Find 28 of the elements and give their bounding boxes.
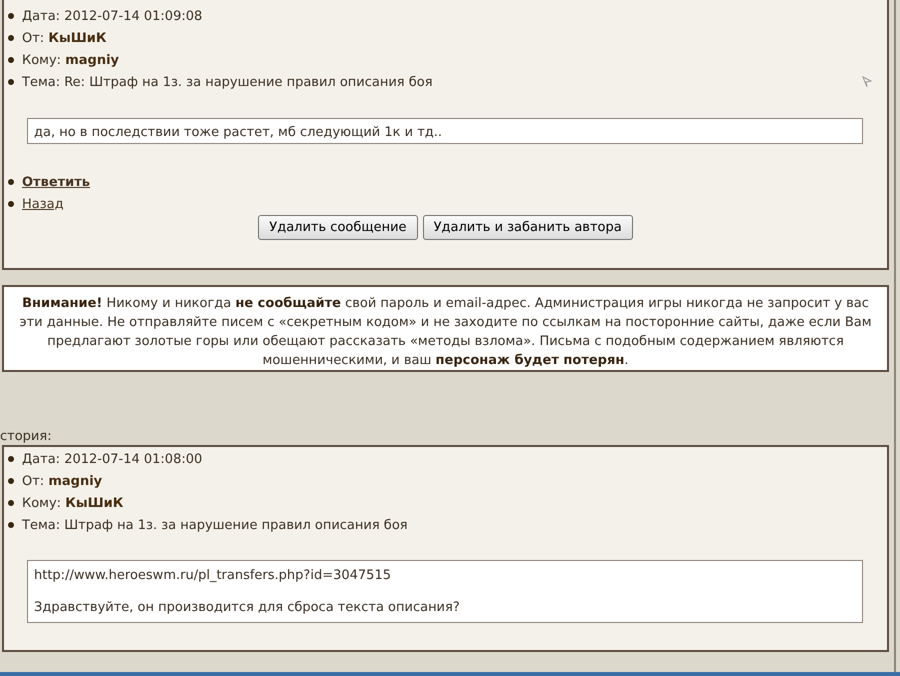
bullet-icon (8, 179, 14, 185)
message-text: да, но в последствии тоже растет, мб следующий 1к и тд.. (34, 125, 444, 141)
field-text: Дата: 2012-07-14 01:08:00 (22, 452, 202, 466)
bullet-icon (8, 13, 14, 19)
bullet-icon (8, 35, 14, 41)
field-text: От: magniy (22, 474, 102, 488)
bullet-icon (8, 522, 14, 528)
link[interactable]: Назад (22, 196, 64, 212)
bullet-icon (8, 456, 14, 462)
message-text: http://www.heroeswm.ru/pl_transfers.php?id=3047515 (34, 568, 392, 584)
bullet-icon (8, 57, 14, 63)
field-text: От: КыШиК (22, 30, 107, 46)
message-text: Здравствуйте, он производится для сброса текста описания? (34, 600, 461, 616)
flag-icon[interactable] (861, 76, 873, 88)
field-text: Тема: Штраф на 1з. за нарушение правил описания боя (22, 518, 408, 532)
bullet-icon (8, 478, 14, 484)
field-text: Дата: 2012-07-14 01:09:08 (22, 8, 202, 24)
action-button[interactable]: Удалить сообщение (258, 215, 418, 240)
bullet-icon (8, 201, 14, 207)
field-text: Кому: КыШиК (22, 496, 124, 510)
field-text: Кому: magniy (22, 52, 120, 68)
field-text: Тема: Re: Штраф на 1з. за нарушение правил описания боя (22, 74, 433, 90)
bullet-icon (8, 500, 14, 506)
link[interactable]: Ответить (22, 174, 90, 190)
bullet-icon (8, 79, 14, 85)
action-button[interactable]: Удалить и забанить автора (422, 215, 633, 240)
warning-text: Внимание! Никому и никогда не сообщайте свой пароль и email-адрес. Администрация игры никогда не запросит у вас эти данные. Не отправляйте писем с «секретным кодом» и не заходите по ссылкам на посторонние сайты, даже если Вам предлагают золотые горы или обещают рассказать «методы взлома». Письма с подобным содержанием являются мошенническими, и ваш персонаж будет потерян. (19, 296, 872, 368)
history-title: стория: (0, 428, 53, 445)
